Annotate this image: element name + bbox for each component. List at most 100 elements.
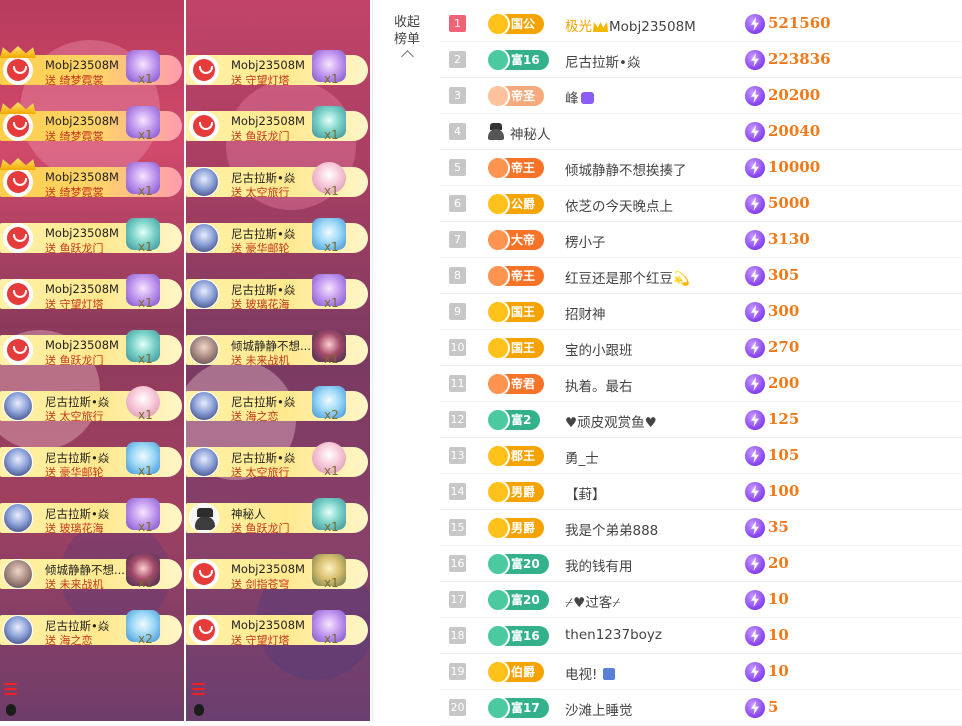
user-avatar[interactable] — [3, 167, 33, 197]
leaderboard-row[interactable]: 5 帝王 倾城静静不想挨揍了 10000 — [440, 150, 962, 186]
leaderboard-row[interactable]: 14 男爵 【葑】 100 — [440, 474, 962, 510]
lightning-currency-icon — [745, 266, 765, 286]
user-avatar[interactable] — [3, 335, 33, 365]
rank-username[interactable]: 依芝の今天晚点上 — [565, 195, 673, 215]
gift-sender-name[interactable]: Mobj23508M — [231, 58, 313, 72]
user-avatar[interactable] — [3, 447, 33, 477]
username-text: then1237boyz — [565, 627, 662, 643]
rank-username[interactable]: 极光 Mobj23508M — [565, 15, 696, 35]
leaderboard-row[interactable]: 12 富2 ♥顽皮观赏鱼♥ 125 — [440, 402, 962, 438]
gift-name: 玻璃花海 — [242, 298, 290, 311]
user-avatar[interactable] — [3, 391, 33, 421]
rank-username[interactable]: 红豆还是那个红豆💫 — [565, 267, 690, 287]
leaderboard-row[interactable]: 4 神秘人 20040 — [440, 114, 962, 150]
rank-number: 8 — [449, 267, 466, 284]
gift-sender-name[interactable]: Mobj23508M — [231, 562, 313, 576]
rank-username[interactable]: 峰 — [565, 87, 594, 107]
menu-icon[interactable] — [192, 683, 205, 695]
user-avatar[interactable] — [3, 559, 33, 589]
gift-name: 海之恋 — [56, 634, 93, 647]
leaderboard-row[interactable]: 10 国王 宝的小跟班 270 — [440, 330, 962, 366]
gift-description: 送 海之恋 — [45, 632, 93, 648]
leaderboard-row[interactable]: 6 公爵 依芝の今天晚点上 5000 — [440, 186, 962, 222]
leaderboard-row[interactable]: 2 富16 尼古拉斯•焱 223836 — [440, 42, 962, 78]
rank-username[interactable]: then1237boyz — [565, 627, 662, 643]
rank-badge: 大帝 — [486, 228, 545, 252]
rank-username[interactable]: 楞小子 — [565, 231, 606, 251]
rank-badge: 男爵 — [486, 480, 545, 504]
rank-username[interactable]: 执着。最右 — [565, 375, 633, 395]
gift-sender-name[interactable]: Mobj23508M — [45, 114, 127, 128]
user-avatar[interactable] — [189, 559, 219, 589]
username-text: 沙滩上睡觉 — [565, 703, 633, 719]
gift-sender-name[interactable]: Mobj23508M — [231, 114, 313, 128]
gift-sender-name[interactable]: Mobj23508M — [45, 170, 127, 184]
leaderboard-row[interactable]: 16 富20 我的钱有用 20 — [440, 546, 962, 582]
user-avatar[interactable] — [189, 503, 219, 533]
user-avatar[interactable] — [189, 391, 219, 421]
rank-username[interactable]: 我是个弟弟888 — [565, 519, 658, 539]
rank-username[interactable]: 我的钱有用 — [565, 555, 633, 575]
user-avatar[interactable] — [189, 223, 219, 253]
rank-username[interactable]: ♥顽皮观赏鱼♥ — [565, 411, 657, 431]
leaderboard-row[interactable]: 17 富20 ⌿♥过客⌿ 10 — [440, 582, 962, 618]
leaderboard-row[interactable]: 19 伯爵 电视! 10 — [440, 654, 962, 690]
gift-sender-name[interactable]: Mobj23508M — [45, 226, 127, 240]
user-avatar[interactable] — [189, 111, 219, 141]
leaderboard-row[interactable]: 7 大帝 楞小子 3130 — [440, 222, 962, 258]
rank-username[interactable]: 宝的小跟班 — [565, 339, 633, 359]
rank-username[interactable]: ⌿♥过客⌿ — [565, 591, 620, 611]
leaderboard-row[interactable]: 9 国王 招财神 300 — [440, 294, 962, 330]
leaderboard-row[interactable]: 3 帝圣 峰 20200 — [440, 78, 962, 114]
leaderboard-row[interactable]: 15 男爵 我是个弟弟888 35 — [440, 510, 962, 546]
user-avatar[interactable] — [189, 447, 219, 477]
rank-username[interactable]: 电视! — [565, 663, 616, 683]
microphone-icon[interactable] — [6, 704, 16, 716]
user-avatar[interactable] — [3, 223, 33, 253]
rank-username[interactable]: 神秘人 — [510, 123, 551, 143]
rank-username[interactable]: 招财神 — [565, 303, 606, 323]
rank-username[interactable]: 沙滩上睡觉 — [565, 699, 633, 719]
user-avatar[interactable] — [3, 615, 33, 645]
rank-badge: 帝王 — [486, 264, 545, 288]
leaderboard-row[interactable]: 1 国公 极光 Mobj23508M 521560 — [440, 6, 962, 42]
rank-number: 7 — [449, 231, 466, 248]
gift-message: 倾城静静不想... 送 未来战机 x1 — [186, 330, 368, 368]
leaderboard-row[interactable]: 11 帝君 执着。最右 200 — [440, 366, 962, 402]
microphone-icon[interactable] — [194, 704, 204, 716]
gift-sender-name[interactable]: Mobj23508M — [45, 338, 127, 352]
rank-username[interactable]: 勇_士 — [565, 447, 599, 467]
gift-sender-name[interactable]: Mobj23508M — [231, 618, 313, 632]
gift-description: 送 太空旅行 — [231, 464, 290, 480]
user-avatar[interactable] — [189, 615, 219, 645]
leaderboard-row[interactable]: 13 郡王 勇_士 105 — [440, 438, 962, 474]
menu-icon[interactable] — [4, 683, 17, 695]
badge-icon — [486, 84, 510, 108]
leaderboard-row[interactable]: 8 帝王 红豆还是那个红豆💫 305 — [440, 258, 962, 294]
rank-username[interactable]: 倾城静静不想挨揍了 — [565, 159, 687, 179]
leaderboard-row[interactable]: 18 富16 then1237boyz 10 — [440, 618, 962, 654]
user-avatar[interactable] — [3, 111, 33, 141]
rank-badge: 郡王 — [486, 444, 545, 468]
user-avatar[interactable] — [3, 503, 33, 533]
user-avatar[interactable] — [3, 279, 33, 309]
gift-sender-name[interactable]: Mobj23508M — [45, 282, 127, 296]
rank-username[interactable]: 尼古拉斯•焱 — [565, 51, 640, 71]
badge-icon — [486, 48, 510, 72]
user-avatar[interactable] — [3, 55, 33, 85]
user-avatar[interactable] — [189, 279, 219, 309]
gift-message: 神秘人送 鱼跃龙门 x1 — [186, 498, 368, 536]
collapse-leaderboard-button[interactable]: 收起 榜单 — [389, 14, 425, 63]
gift-name: 未来战机 — [56, 578, 104, 591]
gift-action-label: 送 — [231, 466, 242, 479]
user-avatar[interactable] — [189, 167, 219, 197]
badge-label: 国王 — [511, 305, 536, 319]
gift-message: 尼古拉斯•焱送 太空旅行 x1 — [186, 162, 368, 200]
gift-sender-name[interactable]: Mobj23508M — [45, 58, 127, 72]
user-avatar[interactable] — [189, 55, 219, 85]
gift-name: 豪华邮轮 — [56, 466, 104, 479]
lightning-currency-icon — [745, 338, 765, 358]
user-avatar[interactable] — [189, 335, 219, 365]
rank-username[interactable]: 【葑】 — [565, 483, 606, 503]
rank-badge: 帝王 — [486, 156, 545, 180]
